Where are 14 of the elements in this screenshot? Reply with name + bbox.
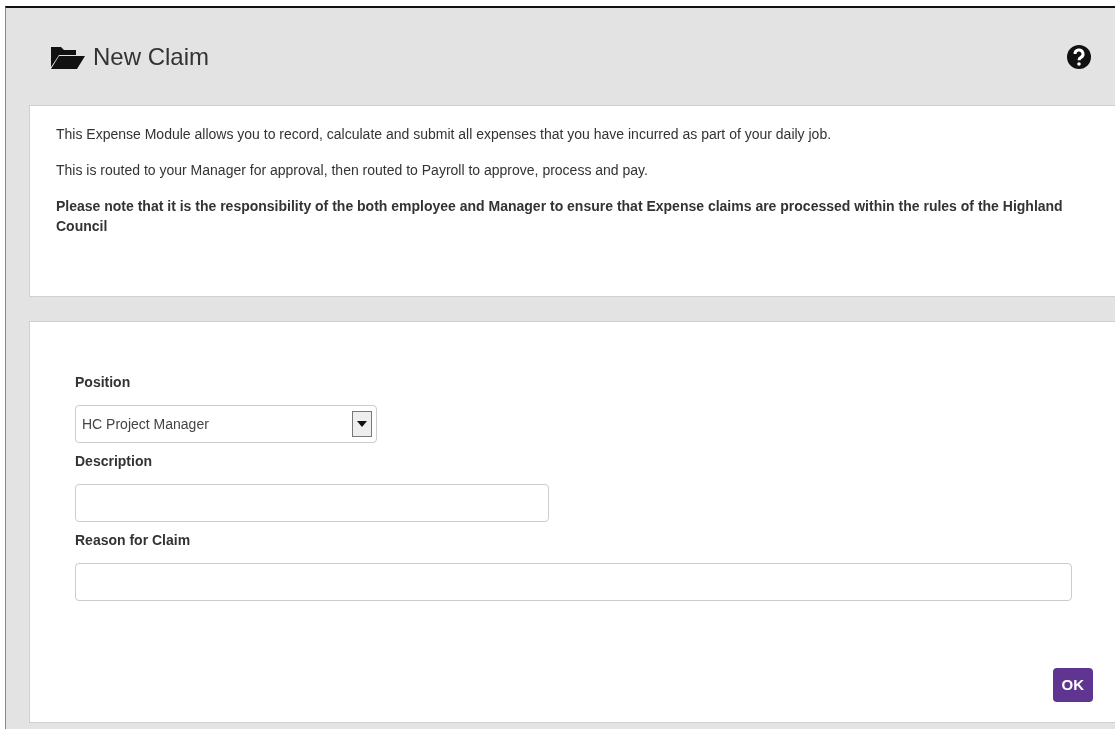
folder-icon [51, 44, 85, 69]
caret-icon[interactable] [352, 411, 372, 437]
page-title: New Claim [93, 41, 209, 72]
position-select[interactable]: HC Project Manager [75, 405, 377, 443]
field-label: Position [75, 373, 132, 392]
input-field[interactable] [75, 484, 549, 522]
field-label: Reason for Claim [75, 531, 192, 550]
notice-paragraph: Please note that it is the responsibility of the both employee and Manager to ensure that Expense claims are processed within the rules of the Highland Council [56, 197, 1064, 236]
field-label: Description [75, 452, 153, 471]
help-icon[interactable] [1067, 44, 1091, 69]
input-field[interactable] [75, 563, 1072, 601]
intro-paragraph: This Expense Module allows you to record, calculate and submit all expenses that you have incurred as part of your daily job. [56, 125, 833, 144]
intro-paragraph: This is routed to your Manager for approval, then routed to Payroll to approve, process and pay. [56, 161, 649, 180]
ok-button[interactable]: OK [1052, 667, 1093, 702]
